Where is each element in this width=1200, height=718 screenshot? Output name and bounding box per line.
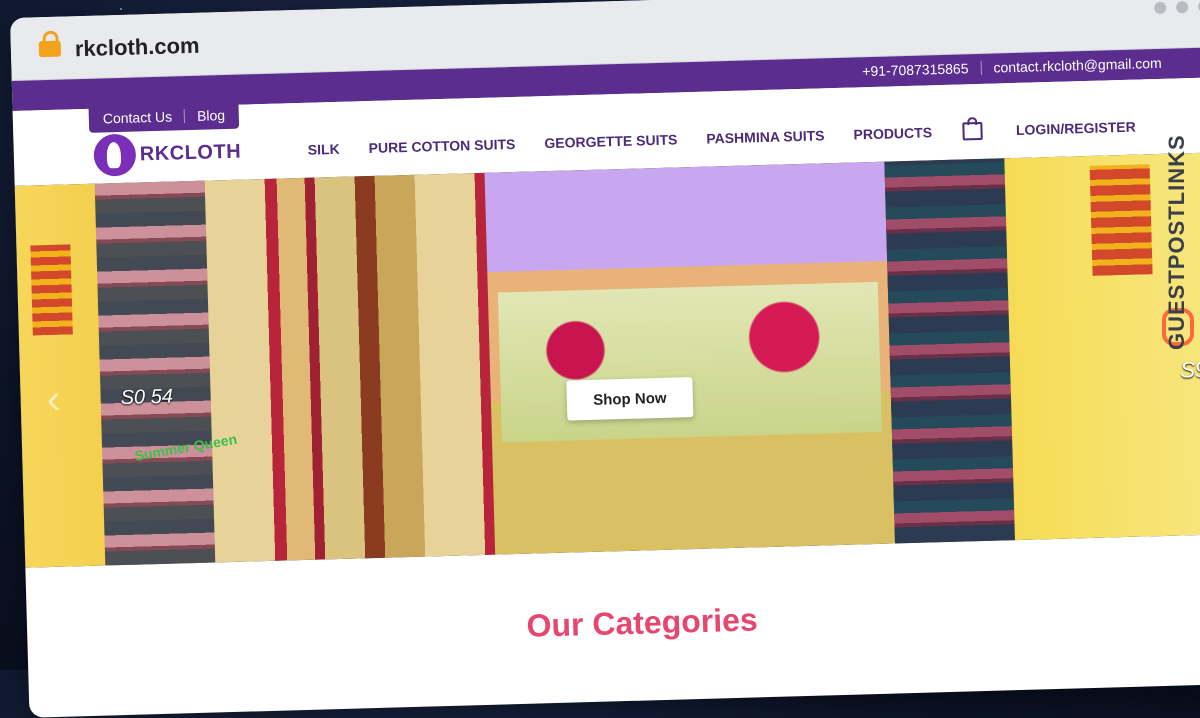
nav-item-georgette-suits[interactable]: GEORGETTE SUITS xyxy=(544,131,677,151)
hero-image-panel xyxy=(30,244,73,336)
window-dot-icon[interactable] xyxy=(1154,1,1167,15)
blog-link[interactable]: Blog xyxy=(197,107,225,124)
divider xyxy=(183,109,186,124)
phone-link[interactable]: +91-7087315865 xyxy=(862,60,969,79)
address-bar[interactable]: rkcloth.com xyxy=(75,33,200,62)
shop-now-button[interactable]: Shop Now xyxy=(566,377,694,421)
hero-slider[interactable]: ‹ S0 54 Summer Queen S9 Shop Now xyxy=(14,151,1200,568)
watermark: GUESTPOSTLINKS xyxy=(1156,60,1196,360)
window-dot-icon[interactable] xyxy=(1175,1,1189,14)
hero-image-panel xyxy=(497,281,882,443)
window-controls xyxy=(1154,0,1200,15)
nav-item-pure-cotton-suits[interactable]: PURE COTTON SUITS xyxy=(368,136,515,156)
product-code-label: S0 54 xyxy=(120,385,174,410)
email-link[interactable]: contact.rkcloth@gmail.com xyxy=(993,55,1162,76)
site-logo[interactable]: RKCLOTH xyxy=(93,131,241,177)
browser-window: rkcloth.com +91-7087315865 contact.rkclo… xyxy=(10,0,1200,718)
lock-icon xyxy=(38,40,62,58)
product-code-label: S9 xyxy=(1179,356,1200,383)
watermark-text: GUESTPOSTLINKS xyxy=(1164,134,1189,350)
nav-item-silk[interactable]: SILK xyxy=(308,141,340,158)
hero-image-panel xyxy=(204,172,496,563)
logo-mark-icon xyxy=(93,133,137,177)
login-register-link[interactable]: LOGIN/REGISTER xyxy=(1016,119,1136,138)
shopping-bag-icon[interactable] xyxy=(962,121,984,141)
hero-image-panel xyxy=(1089,164,1153,276)
hero-image-panel xyxy=(94,180,216,566)
slider-prev-arrow-icon[interactable]: ‹ xyxy=(46,375,61,423)
nav-item-pashmina-suits[interactable]: PASHMINA SUITS xyxy=(706,127,825,146)
contact-us-link[interactable]: Contact Us xyxy=(103,109,173,127)
logo-text: RKCLOTH xyxy=(139,140,242,165)
divider xyxy=(980,60,982,75)
nav-item-products[interactable]: PRODUCTS xyxy=(853,124,932,142)
hero-image-panel xyxy=(884,158,1015,544)
